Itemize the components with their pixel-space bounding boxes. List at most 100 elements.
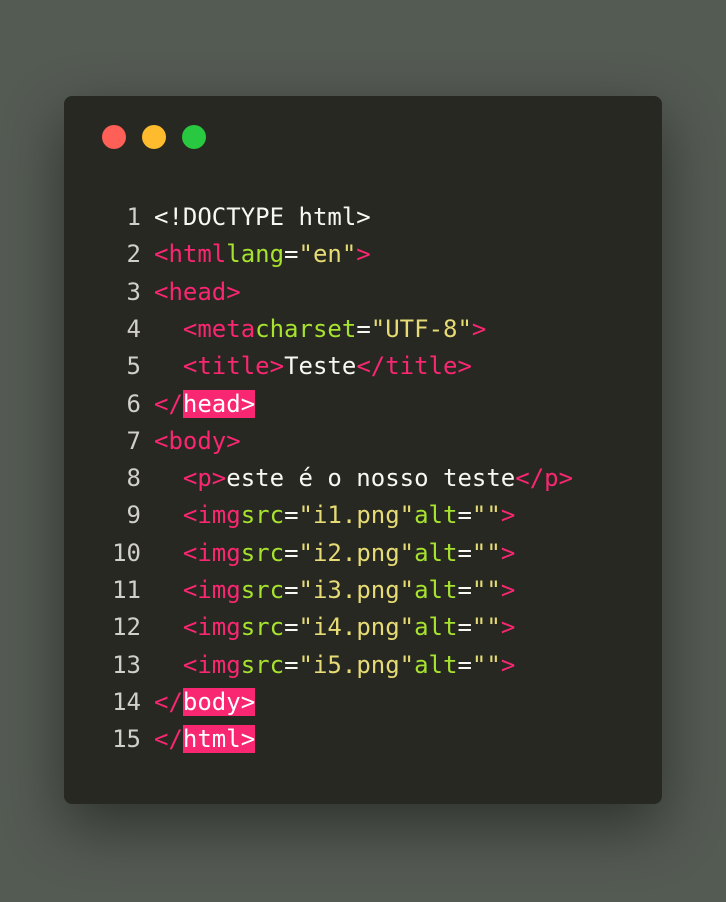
tag-open: <img bbox=[182, 538, 241, 567]
text-content: este é o nosso teste bbox=[226, 464, 516, 493]
attribute-equals: = bbox=[356, 314, 371, 343]
attribute-value: "" bbox=[471, 613, 501, 642]
attribute-equals: = bbox=[457, 501, 472, 530]
closing-tag-prefix: </ bbox=[154, 725, 183, 754]
tag-open: <title> bbox=[182, 352, 285, 381]
highlighted-tag-name: head> bbox=[182, 389, 256, 418]
line-number: 10 bbox=[112, 538, 141, 567]
attribute-value: "" bbox=[471, 576, 501, 604]
tag-open: <head> bbox=[154, 277, 241, 306]
tag-open: <img bbox=[182, 576, 241, 604]
attribute-value: "" bbox=[471, 501, 501, 530]
attribute-name: alt bbox=[414, 613, 458, 642]
attribute-equals: = bbox=[457, 538, 472, 567]
line-number: 13 bbox=[112, 650, 141, 679]
tag-close: > bbox=[471, 314, 487, 343]
attribute-name: alt bbox=[414, 501, 458, 530]
code-line: 6 </head> bbox=[64, 386, 256, 423]
line-number: 9 bbox=[126, 501, 141, 530]
code-line: 11 <imgsrc="i3.png"alt=""> bbox=[64, 572, 515, 609]
code-line: 14 </body> bbox=[64, 684, 256, 721]
attribute-equals: = bbox=[457, 650, 472, 679]
attribute-name: src bbox=[240, 501, 285, 530]
tag-open: <img bbox=[182, 613, 241, 642]
attribute-equals: = bbox=[284, 613, 299, 642]
close-window-button[interactable] bbox=[102, 125, 126, 149]
attribute-value: "i4.png" bbox=[298, 613, 415, 642]
code-line: 9 <imgsrc="i1.png"alt=""> bbox=[64, 497, 516, 534]
code-line: 4 <metacharset="UTF-8"> bbox=[64, 311, 487, 348]
line-number: 12 bbox=[112, 613, 141, 642]
attribute-name: src bbox=[240, 650, 285, 679]
tag-open: <img bbox=[182, 650, 241, 679]
attribute-value: "en" bbox=[298, 240, 357, 269]
closing-tag-prefix: </ bbox=[154, 389, 183, 418]
attribute-name: lang bbox=[226, 240, 285, 269]
attribute-equals: = bbox=[284, 501, 299, 530]
code-window: 1 <!DOCTYPE html> 2 <htmllang="en"> 3 <head> 4… bbox=[64, 96, 662, 804]
attribute-equals: = bbox=[284, 650, 299, 679]
line-number: 1 bbox=[126, 203, 141, 231]
closing-tag-prefix: </ bbox=[154, 687, 183, 716]
highlighted-tag-name: html> bbox=[182, 725, 256, 754]
line-number: 4 bbox=[126, 314, 141, 343]
line-number: 3 bbox=[126, 277, 141, 306]
minimize-window-button[interactable] bbox=[142, 125, 166, 149]
tag-close: > bbox=[500, 613, 516, 642]
tag-close: > bbox=[500, 538, 516, 567]
code-line: 10 <imgsrc="i2.png"alt=""> bbox=[64, 535, 515, 572]
attribute-name: src bbox=[240, 576, 285, 604]
tag-close: > bbox=[356, 240, 371, 269]
attribute-value: "i2.png" bbox=[298, 538, 415, 567]
attribute-value: "UTF-8" bbox=[370, 314, 472, 343]
tag-end: </title> bbox=[356, 352, 472, 381]
tag-open: <p> bbox=[182, 464, 227, 493]
doctype-declaration: <!DOCTYPE html> bbox=[154, 203, 371, 231]
code-line: 7 <body> bbox=[64, 423, 241, 460]
attribute-value: "i1.png" bbox=[298, 501, 415, 530]
line-number: 11 bbox=[112, 576, 141, 604]
tag-close: > bbox=[500, 501, 516, 530]
attribute-equals: = bbox=[457, 576, 472, 604]
line-number: 8 bbox=[126, 464, 141, 493]
line-number: 2 bbox=[126, 240, 141, 269]
tag-open: <img bbox=[182, 501, 241, 530]
line-number: 14 bbox=[112, 687, 141, 716]
tag-close: > bbox=[500, 650, 516, 679]
tag-open: <body> bbox=[154, 426, 241, 455]
code-line: 13 <imgsrc="i5.png"alt=""> bbox=[64, 647, 515, 684]
line-number: 6 bbox=[126, 389, 141, 418]
attribute-equals: = bbox=[284, 538, 299, 567]
attribute-equals: = bbox=[284, 576, 299, 604]
text-content: Teste bbox=[284, 352, 357, 381]
tag-end: </p> bbox=[515, 464, 574, 493]
attribute-value: "i3.png" bbox=[298, 576, 415, 604]
attribute-value: "" bbox=[471, 538, 501, 567]
attribute-name: alt bbox=[414, 538, 458, 567]
code-line: 2 <htmllang="en"> bbox=[64, 236, 371, 273]
code-line: 3 <head> bbox=[64, 274, 241, 311]
tag-open: <html bbox=[154, 240, 227, 269]
line-number: 5 bbox=[126, 352, 141, 381]
code-line: 1 <!DOCTYPE html> bbox=[64, 199, 371, 236]
maximize-window-button[interactable] bbox=[182, 125, 206, 149]
line-number: 15 bbox=[112, 725, 141, 754]
attribute-name: charset bbox=[255, 314, 357, 343]
code-line: 15 </html> bbox=[64, 721, 256, 758]
code-line: 12 <imgsrc="i4.png"alt=""> bbox=[64, 609, 515, 646]
attribute-value: "" bbox=[471, 650, 501, 679]
attribute-name: alt bbox=[414, 650, 458, 679]
code-line: 8 <p>este é o nosso teste</p> bbox=[64, 460, 574, 497]
highlighted-tag-name: body> bbox=[182, 687, 256, 716]
code-line: 5 <title>Teste</title> bbox=[64, 348, 472, 385]
attribute-equals: = bbox=[457, 613, 472, 642]
tag-close: > bbox=[500, 576, 516, 604]
